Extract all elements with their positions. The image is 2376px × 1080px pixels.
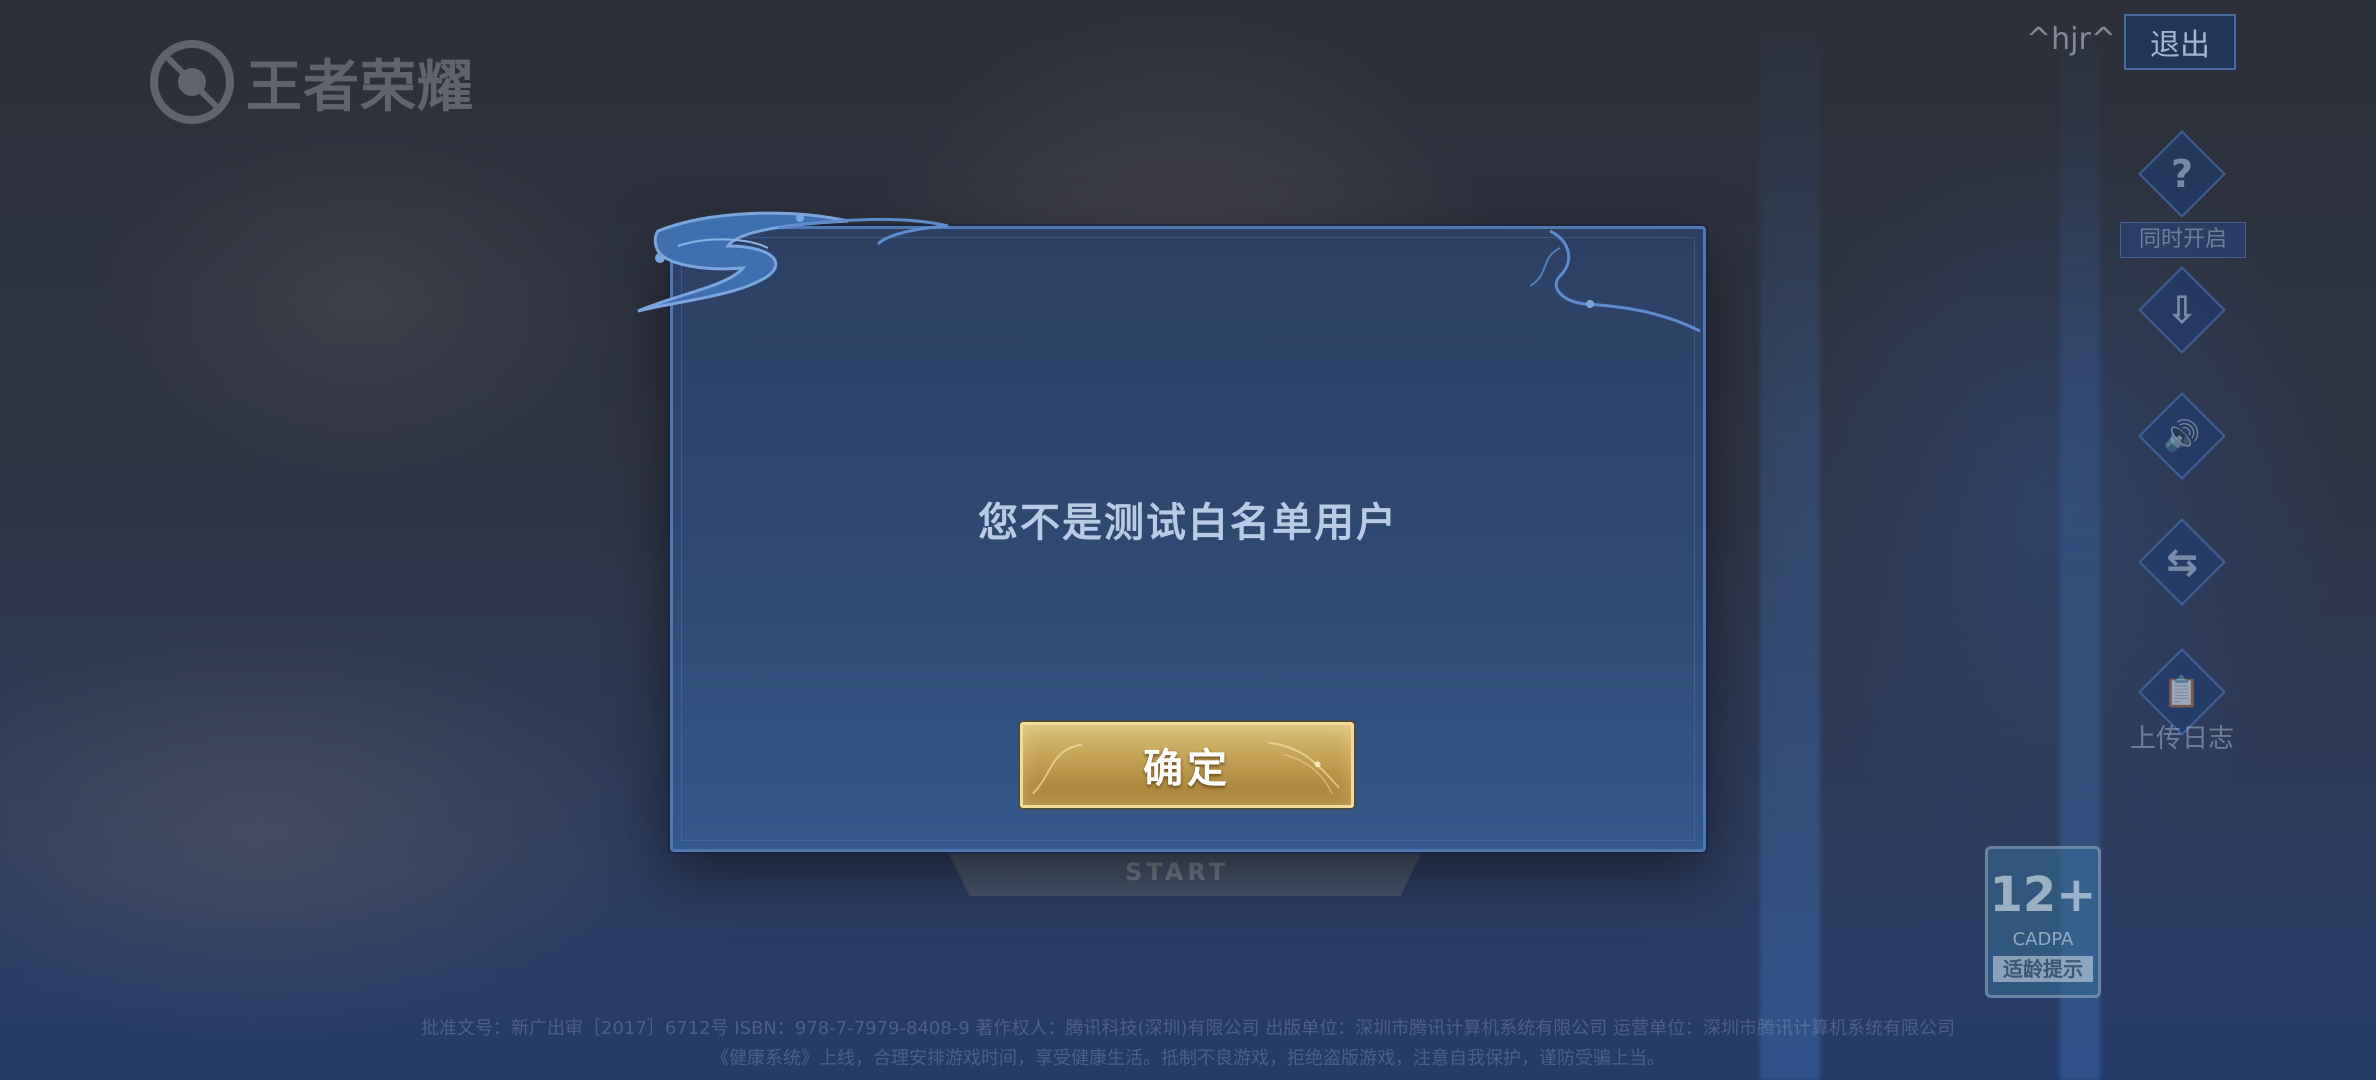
age-rating-number: 12+ (1989, 867, 2097, 923)
speaker-icon: 🔊 (2163, 418, 2201, 454)
dialog-cloud-ornament-icon (637, 211, 949, 313)
switch-account-icon: ⇆ (2166, 540, 2198, 584)
side-help-label: 同时开启 (2120, 222, 2246, 258)
legal-text-line-1: 批准文号：新广出审［2017］6712号 ISBN：978-7-7979-840… (421, 1018, 1955, 1039)
confirm-button[interactable]: 确定 (1020, 722, 1354, 808)
logo-emblem-icon (150, 40, 234, 124)
username-label: ^hjr^ (2026, 22, 2116, 57)
logo-text: 王者荣耀 (246, 54, 474, 120)
legal-text-line-2: 《健康系统》上线，合理安排游戏时间，享受健康生活。抵制不良游戏，拒绝盗版游戏，注… (711, 1048, 1665, 1069)
exit-button[interactable]: 退出 (2124, 14, 2236, 70)
age-rating-org: CADPA (2012, 929, 2074, 950)
sound-button[interactable]: 🔊 (2138, 392, 2226, 480)
game-logo: 王者荣耀 (148, 38, 474, 126)
age-rating-badge[interactable]: 12+ CADPA 适龄提示 (1985, 846, 2101, 998)
confirm-button-label: 确定 (1143, 746, 1231, 792)
question-icon: ? (2170, 152, 2194, 196)
switch-account-button[interactable]: ⇆ (2138, 518, 2226, 606)
download-button[interactable]: ⇩ (2138, 266, 2226, 354)
upload-log-label: 上传日志 (2129, 724, 2234, 754)
dialog-corner-ornament-icon (1530, 229, 1701, 333)
start-game-label: START (1125, 858, 1230, 886)
clipboard-icon: 📋 (2163, 674, 2201, 710)
download-icon: ⇩ (2166, 288, 2198, 332)
help-button[interactable]: ? (2138, 130, 2226, 218)
dialog-message: 您不是测试白名单用户 (978, 500, 1398, 546)
age-rating-tip: 适龄提示 (1993, 956, 2093, 982)
